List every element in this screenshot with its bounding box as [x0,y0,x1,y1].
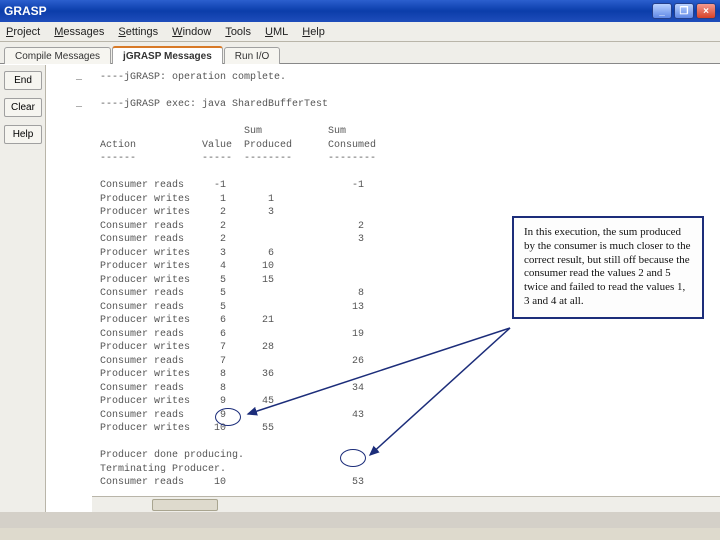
annotation-callout: In this execution, the sum produced by t… [512,216,704,319]
window-titlebar: GRASP _ ❐ × [0,0,720,22]
tab-compile-messages[interactable]: Compile Messages [4,47,111,64]
menu-uml[interactable]: UML [265,26,288,38]
close-button[interactable]: × [696,3,716,19]
maximize-button[interactable]: ❐ [674,3,694,19]
minimize-button[interactable]: _ [652,3,672,19]
circled-value-consumed [340,449,366,467]
circled-value-produced [215,408,241,426]
end-button[interactable]: End [4,71,42,90]
help-button[interactable]: Help [4,125,42,144]
clear-button[interactable]: Clear [4,98,42,117]
window-controls: _ ❐ × [652,3,716,19]
window-title: GRASP [4,4,47,18]
menu-bar: Project Messages Settings Window Tools U… [0,22,720,42]
tab-jgrasp-messages[interactable]: jGRASP Messages [112,46,223,64]
tab-strip: Compile Messages jGRASP Messages Run I/O [0,42,720,64]
menu-messages[interactable]: Messages [54,26,104,38]
menu-settings[interactable]: Settings [118,26,158,38]
scrollbar-thumb[interactable] [152,499,218,511]
menu-help[interactable]: Help [302,26,325,38]
horizontal-scrollbar[interactable] [92,496,720,512]
menu-window[interactable]: Window [172,26,211,38]
sidebar: End Clear Help [0,65,46,512]
menu-tools[interactable]: Tools [225,26,251,38]
tab-run-io[interactable]: Run I/O [224,47,280,64]
status-bar [0,528,720,540]
menu-project[interactable]: Project [6,26,40,38]
